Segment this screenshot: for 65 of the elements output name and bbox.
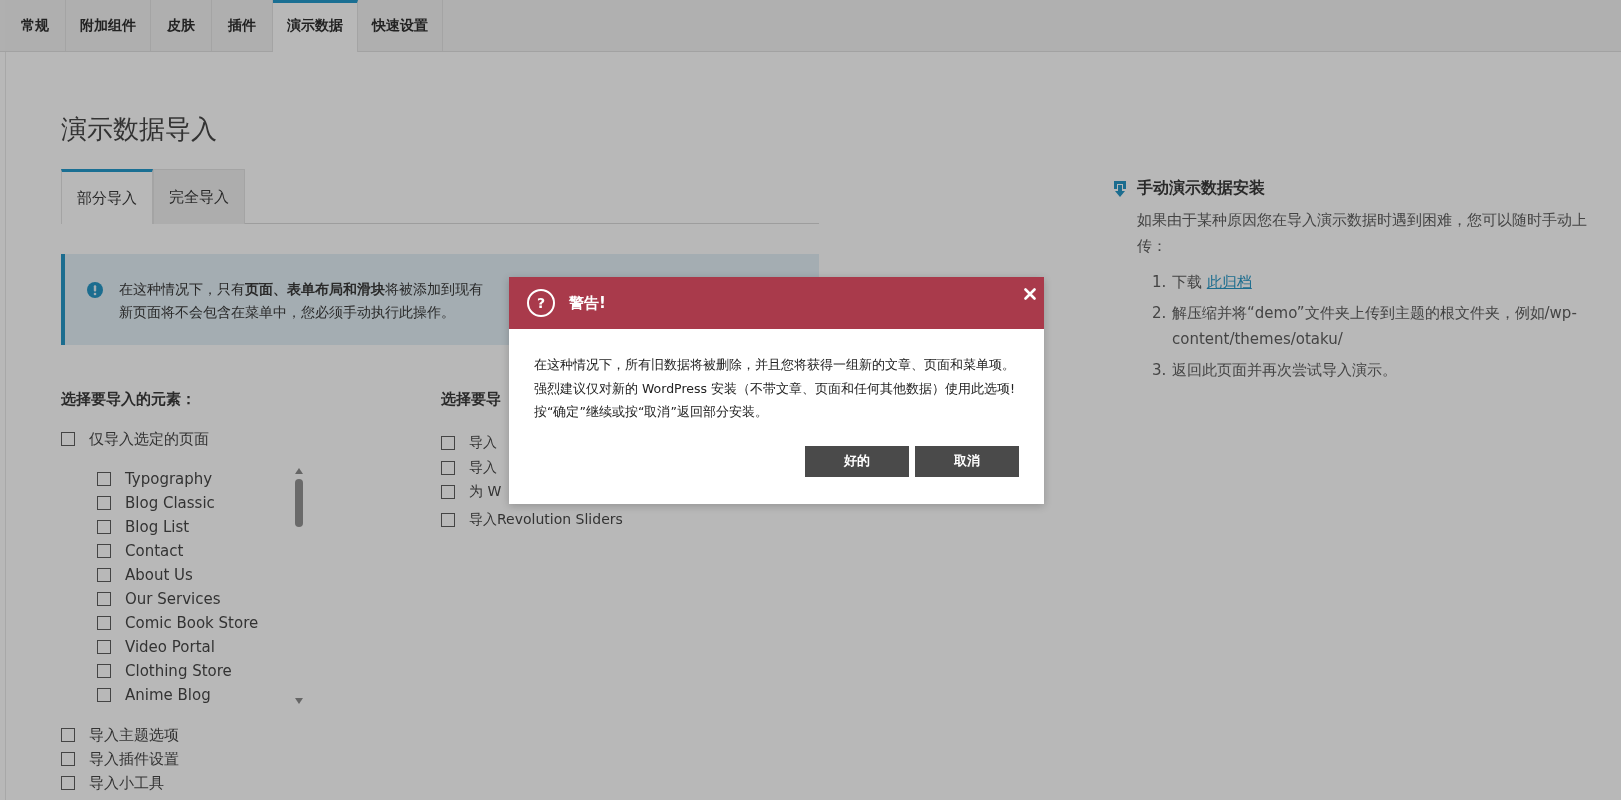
checkbox-label[interactable]: Contact: [125, 542, 184, 560]
close-button[interactable]: [1022, 286, 1038, 302]
checkbox[interactable]: [61, 432, 75, 446]
checkbox-label[interactable]: 导入主题选项: [89, 725, 179, 745]
dialog-button[interactable]: 取消: [915, 445, 1019, 477]
checkbox[interactable]: [441, 460, 455, 475]
checkbox[interactable]: [97, 568, 111, 582]
step-text: 解压缩并将“demo”文件夹上传到主题的根文件夹，例如/wp-content/themes/otaku/: [1172, 303, 1578, 350]
checkbox[interactable]: [441, 485, 455, 500]
step-text: 下载 此归档: [1172, 272, 1253, 293]
checkbox-label[interactable]: 仅导入选定的页面: [89, 429, 209, 449]
checkbox[interactable]: [97, 664, 111, 678]
dialog-text: 在这种情况下，所有旧数据将被删除，并且您将获得一组新的文章、页面和菜单项。: [534, 356, 1016, 374]
checkbox-label[interactable]: 导入插件设置: [89, 749, 179, 769]
checkbox-label[interactable]: Anime Blog: [125, 686, 211, 704]
section-heading: 手动演示数据安装: [1137, 178, 1265, 199]
checkbox[interactable]: [61, 728, 75, 742]
checkbox-label[interactable]: 导入Revolution Sliders: [469, 510, 623, 529]
checkbox-label[interactable]: Blog List: [125, 518, 190, 536]
intro-text: 如果由于某种原因您在导入演示数据时遇到困难，您可以随时手动上传：: [1137, 210, 1588, 257]
checkbox[interactable]: [61, 776, 75, 790]
dialog-text: 强烈建议仅对新的 WordPress 安装（不带文章、页面和任何其他数据）使用此选项!: [534, 379, 1016, 398]
checkbox[interactable]: [441, 436, 455, 451]
question-icon: ?: [527, 289, 555, 317]
dialog-text: 按“确定”继续或按“取消”返回部分安装。: [534, 403, 769, 421]
checkbox[interactable]: [61, 752, 75, 766]
checkbox-label[interactable]: 导入: [469, 434, 497, 453]
section-heading: 选择要导入的元素：: [61, 390, 197, 409]
checkbox[interactable]: [97, 544, 111, 558]
scroll-down-icon[interactable]: [294, 697, 304, 705]
step-number: 2.: [1152, 303, 1168, 324]
checkbox-label[interactable]: Clothing Store: [125, 662, 232, 680]
step-number: 1.: [1152, 272, 1168, 293]
checkbox[interactable]: [97, 496, 111, 510]
import-tab[interactable]: 部分导入: [61, 169, 153, 224]
checkbox[interactable]: [97, 592, 111, 606]
checkbox-label[interactable]: 导入: [469, 458, 497, 477]
checkbox-label[interactable]: 导入小工具: [89, 773, 164, 793]
section-heading: 选择要导: [441, 390, 502, 409]
checkbox[interactable]: [441, 512, 455, 527]
checkbox-label[interactable]: Our Services: [125, 590, 221, 608]
checkbox-label[interactable]: About Us: [125, 566, 193, 584]
page-title: 演示数据导入: [61, 113, 218, 146]
scrollbar[interactable]: [293, 467, 305, 705]
scroll-up-icon[interactable]: [294, 467, 304, 475]
step-text: 返回此页面并再次尝试导入演示。: [1172, 360, 1398, 381]
download-icon: [1113, 180, 1127, 197]
import-tab[interactable]: 完全导入: [153, 169, 245, 224]
checkbox[interactable]: [97, 472, 111, 486]
dialog-button[interactable]: 好的: [805, 445, 909, 477]
checkbox[interactable]: [97, 616, 111, 630]
scrollbar-thumb[interactable]: [295, 479, 303, 527]
tab[interactable]: 演示数据: [273, 0, 358, 52]
notice-text: 在这种情况下，只有页面、表单布局和滑块将被添加到现有 新页面将不会包含在菜单中，您必须手动执行此操作。: [119, 280, 483, 322]
dialog-title: 警告!: [569, 293, 606, 313]
checkbox[interactable]: [97, 640, 111, 654]
checkbox-label[interactable]: 为 W: [469, 483, 502, 502]
step-number: 3.: [1152, 360, 1168, 381]
checkbox-label[interactable]: Typography: [125, 470, 213, 488]
info-icon: [87, 282, 103, 298]
checkbox-label[interactable]: Video Portal: [125, 638, 215, 656]
checkbox[interactable]: [97, 688, 111, 702]
checkbox-label[interactable]: Comic Book Store: [125, 614, 259, 632]
checkbox[interactable]: [97, 520, 111, 534]
checkbox-label[interactable]: Blog Classic: [125, 494, 215, 512]
